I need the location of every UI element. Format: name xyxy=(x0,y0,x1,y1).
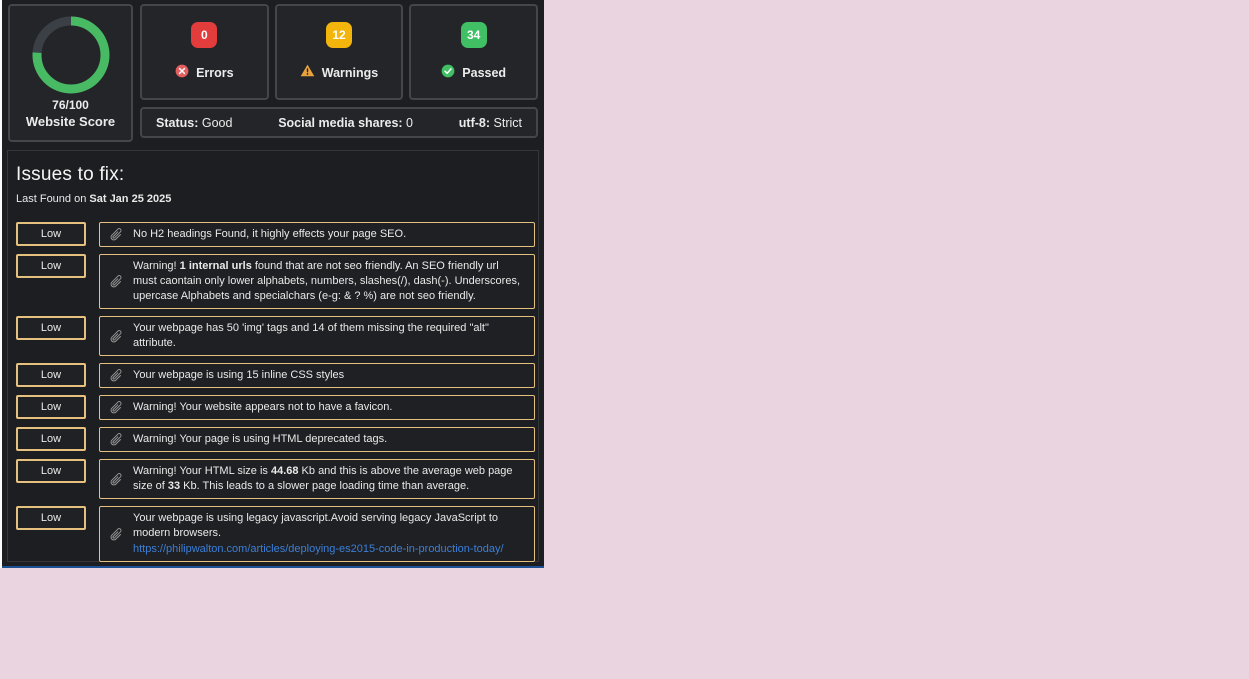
paperclip-icon xyxy=(109,472,124,487)
passed-label: Passed xyxy=(462,66,506,80)
issue-item: Warning! 1 internal urls found that are … xyxy=(99,254,535,309)
passed-count-badge: 34 xyxy=(461,22,487,48)
summary-row: 76/100 Website Score 0 Errors 12 xyxy=(2,0,544,142)
issue-text: Warning! Your website appears not to hav… xyxy=(133,400,525,415)
issue-item: Warning! Your HTML size is 44.68 Kb and … xyxy=(99,459,535,499)
issue-text: Your webpage has 50 'img' tags and 14 of… xyxy=(133,321,525,351)
severity-badge: Low xyxy=(16,254,86,278)
issue-row: Low Your webpage is using 15 inline CSS … xyxy=(16,363,538,388)
warnings-count-badge: 12 xyxy=(326,22,352,48)
passed-card: 34 Passed xyxy=(409,4,538,100)
issue-text: Warning! 1 internal urls found that are … xyxy=(133,259,525,304)
issue-item: Your webpage is using legacy javascript.… xyxy=(99,506,535,562)
issue-item: Your webpage is using 15 inline CSS styl… xyxy=(99,363,535,388)
stat-cards: 0 Errors 12 Warnings xyxy=(140,4,538,100)
warnings-card: 12 Warnings xyxy=(275,4,404,100)
issue-text: Warning! Your HTML size is 44.68 Kb and … xyxy=(133,464,525,494)
warnings-label: Warnings xyxy=(322,66,378,80)
issue-row: Low Warning! Your HTML size is 44.68 Kb … xyxy=(16,459,538,499)
issues-title: Issues to fix: xyxy=(16,164,538,186)
issue-row: Low Your webpage has 50 'img' tags and 1… xyxy=(16,316,538,356)
summary-right-column: 0 Errors 12 Warnings xyxy=(140,4,538,142)
issue-row: Low No H2 headings Found, it highly effe… xyxy=(16,222,538,247)
check-circle-icon xyxy=(441,64,455,83)
status-bar: Status: Good Social media shares: 0 utf-… xyxy=(140,107,538,138)
issue-link[interactable]: https://philipwalton.com/articles/deploy… xyxy=(133,542,525,557)
score-gauge xyxy=(31,15,111,95)
status-field: Status: Good xyxy=(156,116,232,130)
last-found-text: Last Found on Sat Jan 25 2025 xyxy=(16,193,538,205)
bottom-divider-line xyxy=(2,566,544,568)
paperclip-icon xyxy=(109,227,124,242)
charset-field: utf-8: Strict xyxy=(459,116,522,130)
seo-audit-panel: 76/100 Website Score 0 Errors 12 xyxy=(2,0,544,568)
shares-field: Social media shares: 0 xyxy=(278,116,413,130)
severity-badge: Low xyxy=(16,395,86,419)
issue-text: No H2 headings Found, it highly effects … xyxy=(133,227,525,242)
issue-item: Warning! Your website appears not to hav… xyxy=(99,395,535,420)
errors-card: 0 Errors xyxy=(140,4,269,100)
severity-badge: Low xyxy=(16,506,86,530)
warning-triangle-icon xyxy=(300,64,315,82)
errors-label: Errors xyxy=(196,66,234,80)
severity-badge: Low xyxy=(16,427,86,451)
issue-text: Warning! Your page is using HTML depreca… xyxy=(133,432,525,447)
issues-list: Low No H2 headings Found, it highly effe… xyxy=(16,222,538,568)
paperclip-icon xyxy=(109,527,124,542)
issue-text: Your webpage is using legacy javascript.… xyxy=(133,511,525,557)
paperclip-icon xyxy=(109,432,124,447)
paperclip-icon xyxy=(109,400,124,415)
issue-row: Low Warning! Your website appears not to… xyxy=(16,395,538,420)
severity-badge: Low xyxy=(16,316,86,340)
paperclip-icon xyxy=(109,368,124,383)
error-circle-icon xyxy=(175,64,189,83)
severity-badge: Low xyxy=(16,222,86,246)
issue-row: Low Warning! 1 internal urls found that … xyxy=(16,254,538,309)
website-score-card: 76/100 Website Score xyxy=(8,4,133,142)
paperclip-icon xyxy=(109,274,124,289)
issues-section: Issues to fix: Last Found on Sat Jan 25 … xyxy=(7,150,539,562)
issue-row: Low Warning! Your page is using HTML dep… xyxy=(16,427,538,452)
issue-item: Your webpage has 50 'img' tags and 14 of… xyxy=(99,316,535,356)
score-label: Website Score xyxy=(26,114,115,129)
severity-badge: Low xyxy=(16,459,86,483)
issue-text: Your webpage is using 15 inline CSS styl… xyxy=(133,368,525,383)
paperclip-icon xyxy=(109,329,124,344)
issue-item: No H2 headings Found, it highly effects … xyxy=(99,222,535,247)
severity-badge: Low xyxy=(16,363,86,387)
score-value: 76/100 xyxy=(52,98,89,112)
issue-row: Low Your webpage is using legacy javascr… xyxy=(16,506,538,562)
errors-count-badge: 0 xyxy=(191,22,217,48)
issue-item: Warning! Your page is using HTML depreca… xyxy=(99,427,535,452)
